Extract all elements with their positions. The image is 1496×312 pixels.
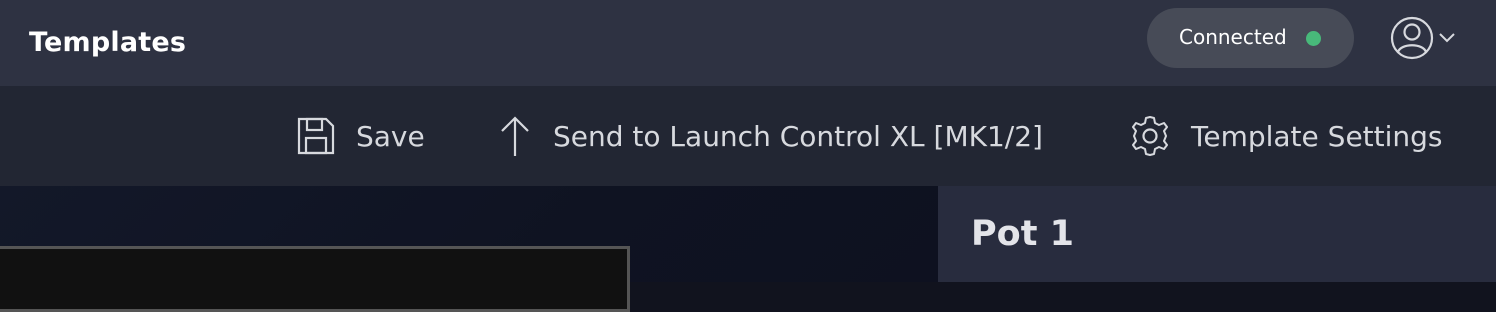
template-settings-button[interactable]: Template Settings xyxy=(1129,86,1443,186)
save-button[interactable]: Save xyxy=(296,86,425,186)
save-icon xyxy=(297,117,335,155)
template-canvas xyxy=(0,186,938,312)
connection-status-label: Connected xyxy=(1179,25,1287,49)
connection-status-dot xyxy=(1306,31,1321,46)
template-settings-label: Template Settings xyxy=(1191,119,1443,153)
user-menu-button[interactable] xyxy=(1386,12,1462,64)
gear-icon xyxy=(1132,116,1168,156)
send-to-device-button[interactable]: Send to Launch Control XL [MK1/2] xyxy=(497,86,1043,186)
panel-title: Pot 1 xyxy=(971,214,1074,254)
save-label: Save xyxy=(356,119,425,153)
control-properties-panel: Pot 1 xyxy=(938,186,1496,282)
device-layout[interactable] xyxy=(0,246,630,312)
chevron-down-icon xyxy=(1439,33,1455,43)
toolbar: Save Send to Launch Control XL [MK1/2] T… xyxy=(0,86,1496,186)
upload-arrow-icon xyxy=(501,116,529,156)
connection-status-badge[interactable]: Connected xyxy=(1147,8,1354,68)
top-bar: Templates Connected xyxy=(0,0,1496,86)
page-title: Templates xyxy=(29,27,187,58)
send-label: Send to Launch Control XL [MK1/2] xyxy=(553,119,1043,153)
